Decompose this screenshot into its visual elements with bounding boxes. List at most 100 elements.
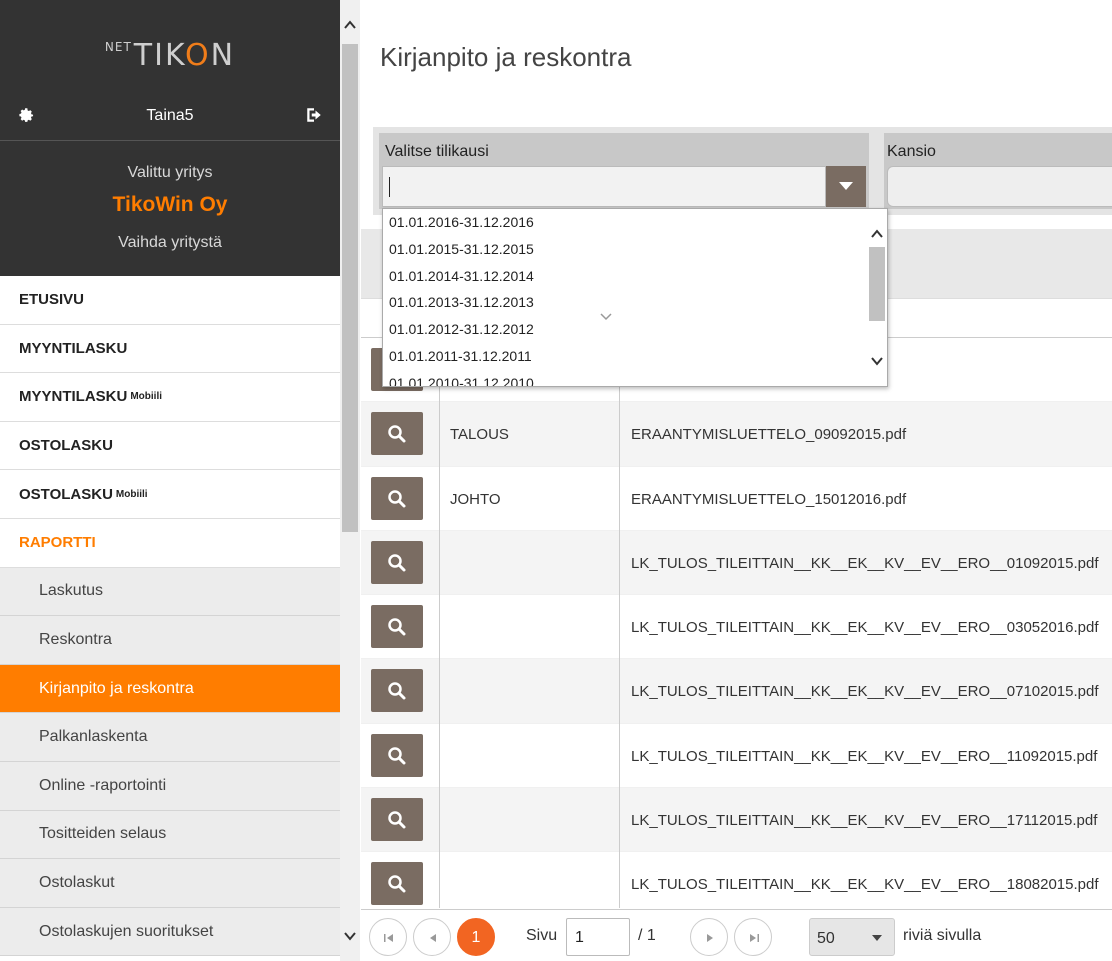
period-dropdown-button[interactable] — [826, 166, 866, 207]
period-option[interactable]: 01.01.2010-31.12.2010 — [383, 370, 887, 386]
first-page-icon — [384, 934, 393, 942]
file-table: f TALOUS ERAANTYMISLUETTELO_09092015.pdf… — [361, 338, 1112, 917]
logout-icon[interactable] — [305, 106, 323, 124]
folder-filter-label: Kansio — [887, 143, 936, 160]
submenu-item-online-raportointi[interactable]: Online -raportointi — [0, 761, 340, 811]
table-row: LK_TULOS_TILEITTAIN__KK__EK__KV__EV__ERO… — [361, 788, 1112, 853]
table-row: LK_TULOS_TILEITTAIN__KK__EK__KV__EV__ERO… — [361, 852, 1112, 917]
page-label: Sivu — [526, 927, 558, 944]
period-filter: Valitse tilikausi — [379, 133, 869, 209]
current-page-button[interactable]: 1 — [457, 918, 495, 956]
chevron-up-icon[interactable] — [870, 227, 884, 241]
sidebar-scrollbar[interactable] — [340, 0, 360, 961]
view-button[interactable] — [371, 605, 423, 649]
view-button[interactable] — [371, 540, 423, 584]
last-page-icon — [750, 934, 759, 942]
company-name: TikoWin Oy — [112, 193, 228, 216]
user-bar: Taina5 — [0, 100, 340, 140]
period-option[interactable]: 01.01.2016-31.12.2016 — [383, 209, 887, 236]
table-row: LK_TULOS_TILEITTAIN__KK__EK__KV__EV__ERO… — [361, 723, 1112, 789]
submenu-item-ostolaskut[interactable]: Ostolaskut — [0, 859, 340, 908]
search-icon — [388, 747, 406, 765]
submenu-item-tositteiden-selaus[interactable]: Tositteiden selaus — [0, 810, 340, 860]
submenu-item-kirjanpito[interactable]: Kirjanpito ja reskontra — [0, 664, 340, 714]
chevron-down-icon[interactable] — [870, 354, 884, 368]
submenu-item-laskutus[interactable]: Laskutus — [0, 567, 340, 617]
dropdown-scrollbar-thumb[interactable] — [869, 247, 885, 321]
row-filename[interactable]: LK_TULOS_TILEITTAIN__KK__EK__KV__EV__ERO… — [631, 555, 1099, 572]
caret-down-icon — [872, 935, 882, 941]
period-option[interactable]: 01.01.2014-31.12.2014 — [383, 263, 887, 290]
change-company-link[interactable]: Vaihda yritystä — [0, 234, 340, 252]
view-button[interactable] — [371, 412, 423, 456]
period-option[interactable]: 01.01.2011-31.12.2011 — [383, 343, 887, 370]
chevron-down-icon — [600, 313, 612, 321]
row-filename[interactable]: LK_TULOS_TILEITTAIN__KK__EK__KV__EV__ERO… — [631, 876, 1099, 893]
column-divider — [619, 338, 620, 908]
text-caret — [389, 177, 390, 197]
folder-input[interactable] — [887, 166, 1112, 207]
view-button[interactable] — [371, 476, 423, 520]
search-icon — [388, 425, 406, 443]
table-row: JOHTO ERAANTYMISLUETTELO_15012016.pdf — [361, 466, 1112, 531]
last-page-button[interactable] — [734, 918, 772, 956]
pager: 1 Sivu 1 / 1 50 riviä sivulla — [361, 909, 1112, 961]
menu-item-etusivu[interactable]: ETUSIVU — [0, 276, 340, 325]
search-icon — [388, 554, 406, 572]
company-caption: Valittu yritys — [127, 164, 213, 181]
main-content: Kirjanpito ja reskontra Valitse tilikaus… — [361, 0, 1112, 961]
nettikon-logo: NETTIKON — [104, 38, 236, 73]
row-filename[interactable]: ERAANTYMISLUETTELO_15012016.pdf — [631, 491, 906, 508]
view-button[interactable] — [371, 798, 423, 842]
submenu-item-palkanlaskenta[interactable]: Palkanlaskenta — [0, 713, 340, 762]
chevron-up-icon[interactable] — [343, 18, 357, 32]
menu-item-myyntilasku[interactable]: MYYNTILASKU — [0, 324, 340, 374]
chevron-down-icon[interactable] — [343, 929, 357, 943]
menu-item-myyntilasku-mobiili[interactable]: MYYNTILASKU Mobiili — [0, 373, 340, 422]
row-filename[interactable]: ERAANTYMISLUETTELO_09092015.pdf — [631, 426, 906, 443]
submenu-item-reskontra[interactable]: Reskontra — [0, 616, 340, 665]
page-size-value: 50 — [817, 930, 835, 947]
view-button[interactable] — [371, 669, 423, 713]
submenu-item-ostolaskujen-suoritukset[interactable]: Ostolaskujen suoritukset — [0, 907, 340, 957]
sidebar-scrollbar-thumb[interactable] — [342, 44, 358, 532]
next-page-button[interactable] — [690, 918, 728, 956]
view-button[interactable] — [371, 733, 423, 777]
folder-filter: Kansio — [884, 133, 1112, 209]
page-size-select[interactable]: 50 — [809, 918, 895, 956]
dropdown-scrollbar[interactable] — [867, 209, 887, 386]
row-folder: JOHTO — [450, 490, 501, 508]
period-input[interactable] — [382, 166, 826, 207]
table-row: LK_TULOS_TILEITTAIN__KK__EK__KV__EV__ERO… — [361, 659, 1112, 724]
page-title: Kirjanpito ja reskontra — [380, 42, 632, 72]
search-icon — [388, 875, 406, 893]
search-icon — [388, 811, 406, 829]
main-menu: ETUSIVU MYYNTILASKU MYYNTILASKU Mobiili O… — [0, 276, 340, 957]
menu-item-ostolasku-mobiili[interactable]: OSTOLASKU Mobiili — [0, 470, 340, 519]
page-size-label: riviä sivulla — [903, 927, 982, 944]
row-filename[interactable]: LK_TULOS_TILEITTAIN__KK__EK__KV__EV__ERO… — [631, 683, 1099, 700]
column-divider — [439, 338, 440, 908]
search-icon — [388, 489, 406, 508]
table-row: TALOUS ERAANTYMISLUETTELO_09092015.pdf — [361, 402, 1112, 467]
row-filename[interactable]: LK_TULOS_TILEITTAIN__KK__EK__KV__EV__ERO… — [631, 748, 1097, 765]
table-row: LK_TULOS_TILEITTAIN__KK__EK__KV__EV__ERO… — [361, 530, 1112, 596]
period-option[interactable]: 01.01.2015-31.12.2015 — [383, 236, 887, 263]
view-button[interactable] — [371, 862, 423, 906]
row-folder: TALOUS — [450, 426, 509, 444]
sidebar: NETTIKON Taina5 Valittu yritys TikoWin O… — [0, 0, 340, 961]
period-option[interactable]: 01.01.2013-31.12.2013 — [383, 289, 887, 316]
page-total: / 1 — [638, 927, 656, 944]
menu-item-raportti[interactable]: RAPORTTI — [0, 518, 340, 568]
period-filter-label: Valitse tilikausi — [385, 143, 489, 160]
row-filename[interactable]: LK_TULOS_TILEITTAIN__KK__EK__KV__EV__ERO… — [631, 812, 1097, 829]
row-filename[interactable]: LK_TULOS_TILEITTAIN__KK__EK__KV__EV__ERO… — [631, 619, 1099, 636]
prev-page-icon — [430, 934, 436, 942]
page-number-input[interactable]: 1 — [566, 918, 630, 956]
menu-item-ostolasku[interactable]: OSTOLASKU — [0, 421, 340, 471]
caret-down-icon — [839, 182, 853, 190]
first-page-button[interactable] — [369, 918, 407, 956]
period-dropdown-list: 01.01.2016-31.12.2016 01.01.2015-31.12.2… — [382, 208, 888, 387]
prev-page-button[interactable] — [413, 918, 451, 956]
period-option[interactable]: 01.01.2012-31.12.2012 — [383, 316, 887, 343]
